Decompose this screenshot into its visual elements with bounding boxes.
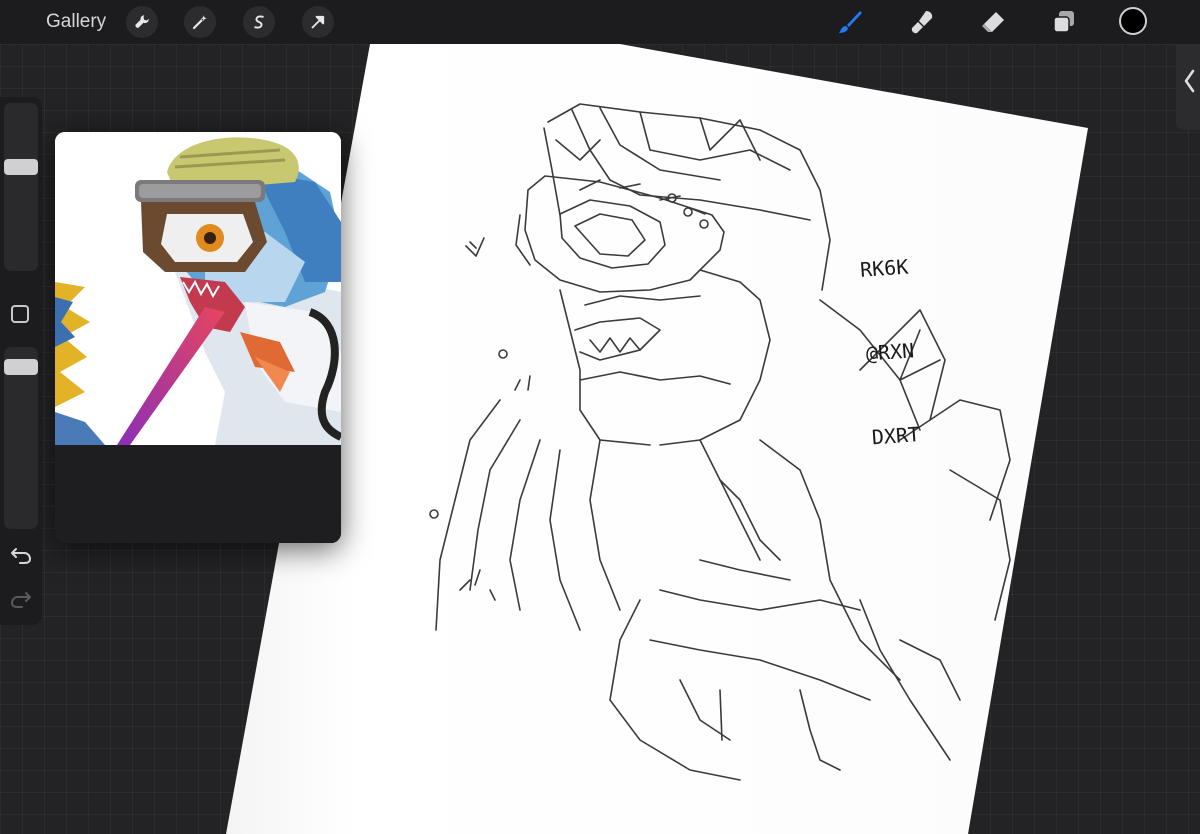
brush-icon [839,11,862,33]
wrench-icon [135,15,149,28]
chevron-left-icon [1184,69,1195,93]
smudge-button[interactable] [906,6,938,38]
left-sidebar [0,97,42,625]
reference-window-footer [55,445,341,543]
magic-wand-icon [192,15,207,30]
signature-line: RK6K [859,254,910,282]
transform-button[interactable] [302,6,334,38]
brush-size-thumb[interactable] [4,159,38,175]
reference-window[interactable] [55,132,341,543]
top-toolbar: Gallery [0,0,1200,44]
gallery-button[interactable]: Gallery [46,11,106,33]
selection-button[interactable] [243,6,275,38]
right-panel-handle[interactable] [1176,32,1200,130]
layers-button[interactable] [1048,6,1080,38]
signature-line: @RXN [865,338,915,366]
brush-size-slider[interactable] [4,103,38,271]
eraser-icon [982,12,1004,32]
opacity-thumb[interactable] [4,359,38,375]
layers-icon [1053,11,1074,33]
color-picker-button[interactable] [1119,7,1147,35]
actions-button[interactable] [126,6,158,38]
smudge-icon [911,11,933,34]
reference-image [55,132,341,445]
brush-button[interactable] [834,6,866,38]
canvas-page [226,44,1088,834]
modify-button[interactable] [11,305,29,323]
arrow-icon [311,15,325,29]
redo-icon[interactable] [10,589,32,609]
selection-icon [254,15,264,29]
signature-line: DXRT [871,422,921,450]
eraser-button[interactable] [977,6,1009,38]
undo-icon[interactable] [10,545,32,565]
adjustments-button[interactable] [184,6,216,38]
